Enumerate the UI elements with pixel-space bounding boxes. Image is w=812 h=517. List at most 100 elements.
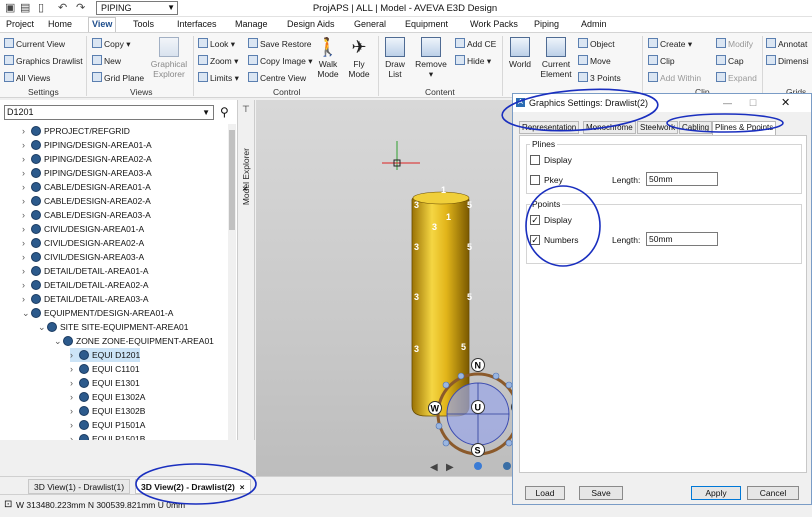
close-icon[interactable]: × xyxy=(240,482,245,492)
tab-3d-view-2[interactable]: 3D View(2) - Drawlist(2) × xyxy=(135,479,251,494)
graphical-explorer-button[interactable]: Graphical Explorer xyxy=(150,37,188,79)
save-button[interactable]: Save xyxy=(579,486,623,500)
chevron-right-icon[interactable]: › xyxy=(22,152,31,166)
nav-back-icon[interactable]: ◀ xyxy=(430,462,438,473)
all-views-button[interactable]: All Views xyxy=(4,72,50,84)
copy-image-button[interactable]: Copy Image ▾ xyxy=(248,55,312,67)
menu-design-aids[interactable]: Design Aids xyxy=(287,19,335,30)
tree-item[interactable]: ⌄ EQUIPMENT/DESIGN-AREA01-A xyxy=(22,306,173,320)
graphics-drawlist-button[interactable]: Graphics Drawlist xyxy=(4,55,83,67)
zoom-button[interactable]: Zoom ▾ xyxy=(198,55,238,67)
pin-icon[interactable]: ⊤ xyxy=(242,104,250,115)
model-explorer-side-tab[interactable]: ⊤ Model Explorer × xyxy=(238,100,255,440)
save-icon[interactable]: ▤ xyxy=(20,2,30,14)
add-ce-button[interactable]: Add CE xyxy=(455,38,496,50)
tree-item[interactable]: › EQUI P1501A xyxy=(70,418,145,432)
tab-steelwork[interactable]: Steelwork xyxy=(637,121,679,134)
centre-view-button[interactable]: Centre View xyxy=(248,72,306,84)
tree-item[interactable]: › EQUI C1101 xyxy=(70,362,140,376)
add-within-button[interactable]: Add Within xyxy=(648,72,701,84)
create-clip-button[interactable]: Create ▾ xyxy=(648,38,692,50)
tree-item[interactable]: › CABLE/DESIGN-AREA03-A xyxy=(22,208,151,222)
tree-item[interactable]: ⌄ SITE SITE-EQUIPMENT-AREA01 xyxy=(38,320,188,334)
load-button[interactable]: Load xyxy=(525,486,565,500)
grid-plane-button[interactable]: Grid Plane xyxy=(92,72,144,84)
tree-item[interactable]: › PIPING/DESIGN-AREA02-A xyxy=(22,152,152,166)
tree-item[interactable]: ⌄ ZONE ZONE-EQUIPMENT-AREA01 xyxy=(54,334,214,348)
module-select[interactable]: PIPING ▼ xyxy=(96,1,178,15)
new-file-icon[interactable]: ▯ xyxy=(38,2,44,14)
chevron-right-icon[interactable]: › xyxy=(70,376,79,390)
chevron-right-icon[interactable]: › xyxy=(22,222,31,236)
menu-piping[interactable]: Piping xyxy=(534,19,559,30)
three-points-button[interactable]: 3 Points xyxy=(578,72,621,84)
tree-item[interactable]: › EQUI E1302B xyxy=(70,404,145,418)
tree-item[interactable]: › DETAIL/DETAIL-AREA01-A xyxy=(22,264,149,278)
chevron-right-icon[interactable]: › xyxy=(22,278,31,292)
tree-item[interactable]: › CABLE/DESIGN-AREA02-A xyxy=(22,194,151,208)
tree-item[interactable]: › EQUI D1201 xyxy=(70,348,141,362)
menu-home[interactable]: Home xyxy=(48,19,72,30)
maximize-icon[interactable]: ☐ xyxy=(749,94,757,112)
tree-item[interactable]: › EQUI E1301 xyxy=(70,376,140,390)
copy-view-button[interactable]: Copy ▾ xyxy=(92,38,130,50)
explorer-search-input[interactable]: D1201 ▼ xyxy=(4,105,214,120)
chevron-right-icon[interactable]: › xyxy=(22,292,31,306)
cap-button[interactable]: Cap xyxy=(716,55,744,67)
limits-button[interactable]: Limits ▾ xyxy=(198,72,239,84)
tree-item[interactable]: › PIPING/DESIGN-AREA03-A xyxy=(22,166,152,180)
ppoints-length-input[interactable]: 50mm xyxy=(646,232,718,246)
annotation-button[interactable]: Annotat xyxy=(766,38,807,50)
chevron-right-icon[interactable]: › xyxy=(22,124,31,138)
clip-button[interactable]: Clip xyxy=(648,55,675,67)
view-cube-icon[interactable] xyxy=(474,462,482,470)
tree-item[interactable]: › EQUI E1302A xyxy=(70,390,145,404)
tab-representation[interactable]: Representation xyxy=(519,121,580,134)
chevron-down-icon[interactable]: ⌄ xyxy=(54,334,63,348)
tree-item[interactable]: › CIVIL/DESIGN-AREA01-A xyxy=(22,222,144,236)
minimize-icon[interactable]: — xyxy=(723,94,732,112)
hide-button[interactable]: Hide ▾ xyxy=(455,55,491,67)
expand-button[interactable]: Expand xyxy=(716,72,757,84)
close-icon[interactable]: × xyxy=(242,184,248,195)
tab-monochrome[interactable]: Monochrome xyxy=(583,121,636,134)
cancel-button[interactable]: Cancel xyxy=(747,486,799,500)
tree-item[interactable]: › EQUI P1501B xyxy=(70,432,145,440)
chevron-right-icon[interactable]: › xyxy=(22,166,31,180)
dimension-button[interactable]: Dimensi xyxy=(766,55,809,67)
chevron-right-icon[interactable]: › xyxy=(22,180,31,194)
current-view-button[interactable]: Current View xyxy=(4,38,65,50)
world-button[interactable]: World xyxy=(506,37,534,69)
chevron-down-icon[interactable]: ⌄ xyxy=(38,320,47,334)
remove-button[interactable]: Remove ▾ xyxy=(413,37,449,79)
menu-equipment[interactable]: Equipment xyxy=(405,19,448,30)
look-button[interactable]: Look ▾ xyxy=(198,38,235,50)
chevron-right-icon[interactable]: › xyxy=(70,348,79,362)
menu-project[interactable]: Project xyxy=(6,19,34,30)
chevron-right-icon[interactable]: › xyxy=(70,390,79,404)
tree-item[interactable]: › CABLE/DESIGN-AREA01-A xyxy=(22,180,151,194)
chevron-right-icon[interactable]: › xyxy=(22,250,31,264)
plines-display-checkbox[interactable] xyxy=(530,155,540,165)
tree-scrollbar[interactable] xyxy=(228,124,236,440)
redo-icon[interactable]: ↷ xyxy=(76,2,85,14)
chevron-right-icon[interactable]: › xyxy=(70,404,79,418)
modify-clip-button[interactable]: Modify xyxy=(716,38,753,50)
chevron-right-icon[interactable]: › xyxy=(22,138,31,152)
menu-view[interactable]: View xyxy=(88,17,117,32)
chevron-right-icon[interactable]: › xyxy=(70,362,79,376)
menu-tools[interactable]: Tools xyxy=(133,19,154,30)
ppoints-numbers-checkbox[interactable]: ✓ xyxy=(530,235,540,245)
nav-forward-icon[interactable]: ▶ xyxy=(446,462,454,473)
chevron-down-icon[interactable]: ⌄ xyxy=(22,306,31,320)
menu-interfaces[interactable]: Interfaces xyxy=(177,19,217,30)
menu-manage[interactable]: Manage xyxy=(235,19,268,30)
chevron-right-icon[interactable]: › xyxy=(22,236,31,250)
object-button[interactable]: Object xyxy=(578,38,615,50)
tab-3d-view-1[interactable]: 3D View(1) - Drawlist(1) xyxy=(28,479,131,494)
fly-mode-button[interactable]: ✈ Fly Mode xyxy=(346,37,372,79)
ppoints-display-checkbox[interactable]: ✓ xyxy=(530,215,540,225)
save-restore-button[interactable]: Save Restore xyxy=(248,38,312,50)
tab-plines-ppoints[interactable]: Plines & Ppoints xyxy=(712,121,777,135)
search-icon[interactable]: ⚲ xyxy=(220,105,229,119)
